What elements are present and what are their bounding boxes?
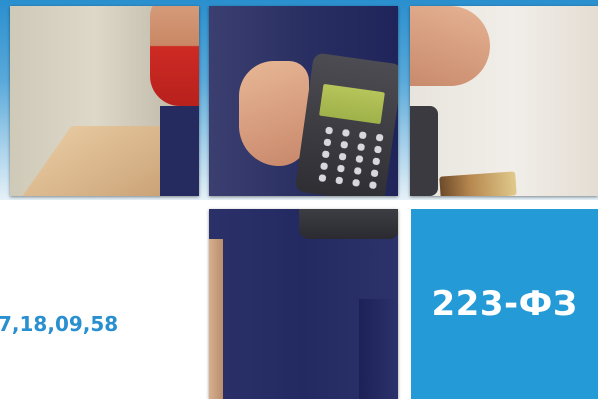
- terminal-edge: [410, 106, 438, 196]
- photo-tile-terminal: [209, 6, 398, 196]
- uniform-sleeve: [150, 6, 199, 106]
- uniform-fold: [359, 299, 398, 399]
- bank-card-icon: [439, 171, 517, 196]
- law-badge[interactable]: 223-ФЗ: [411, 209, 598, 399]
- terminal-keypad: [313, 123, 391, 193]
- hand-with-card: [410, 6, 490, 86]
- photo-tile-uniform: [209, 209, 398, 399]
- hand-holding-terminal: [239, 61, 309, 166]
- terminal-base: [299, 209, 398, 239]
- uniform-apron: [160, 106, 199, 196]
- law-badge-label: 223-ФЗ: [431, 284, 578, 324]
- date-text: 7,18,09,58: [0, 312, 119, 336]
- arm-edge: [209, 239, 223, 399]
- photo-tile-box: [10, 6, 199, 196]
- photo-tile-card: [410, 6, 598, 196]
